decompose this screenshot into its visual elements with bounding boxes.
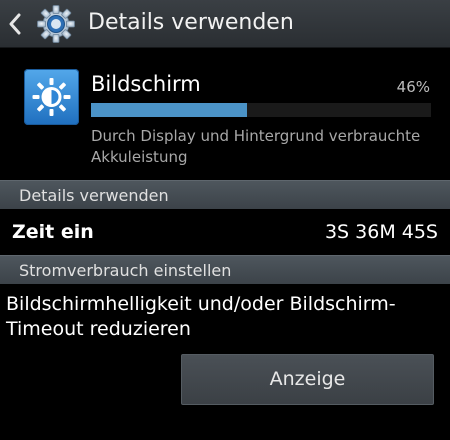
section-header-label: Details verwenden: [19, 186, 169, 205]
action-bar: Details verwenden: [0, 0, 450, 48]
usage-percent: 46%: [396, 78, 430, 96]
power-suggestion-text: Bildschirmhelligkeit und/oder Bildschirm…: [6, 293, 396, 340]
settings-gear-icon[interactable]: [36, 4, 76, 44]
section-header-label: Stromverbrauch einstellen: [19, 261, 232, 280]
time-on-label: Zeit ein: [12, 221, 94, 243]
usage-progress-fill: [91, 103, 248, 117]
section-header-details: Details verwenden: [0, 180, 450, 209]
time-on-value: 3S 36M 45S: [324, 221, 438, 243]
item-title: Bildschirm: [91, 72, 201, 96]
display-settings-button[interactable]: Anzeige: [181, 354, 434, 405]
item-description: Durch Display und Hintergrund verbraucht…: [91, 127, 421, 166]
chevron-left-icon[interactable]: [7, 13, 23, 35]
page-title: Details verwenden: [88, 10, 294, 35]
brightness-sun-icon: [24, 69, 79, 125]
section-header-power: Stromverbrauch einstellen: [0, 255, 450, 284]
usage-progress-bar: [91, 103, 431, 117]
